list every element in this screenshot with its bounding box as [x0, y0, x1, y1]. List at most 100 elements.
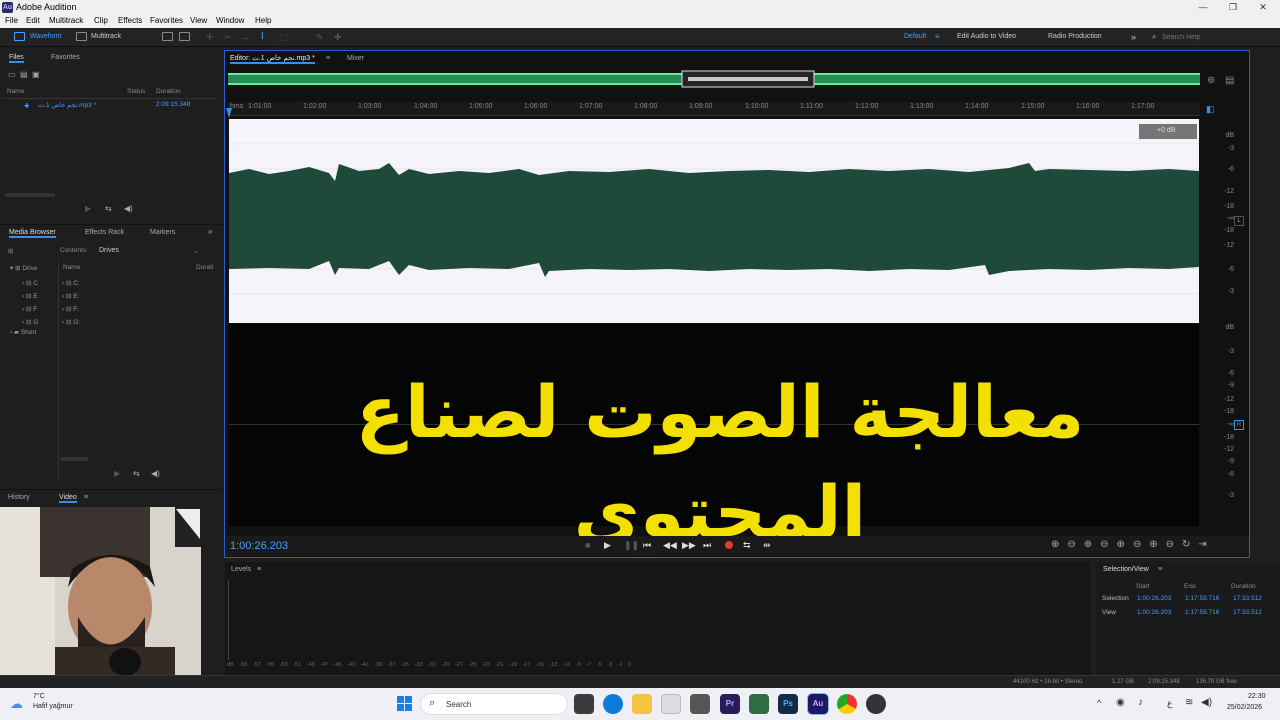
volume-icon[interactable]: ◀)	[1201, 697, 1212, 708]
spot-healing-tool-icon[interactable]: ✚	[334, 32, 342, 43]
skip-back-icon[interactable]: ⏮	[643, 540, 651, 551]
time-ruler[interactable]: hms 1:01:00 1:02:00 1:03:00 1:04:00 1:05…	[228, 102, 1200, 116]
menu-clip[interactable]: Clip	[94, 16, 108, 25]
tab-media-browser[interactable]: Media Browser	[9, 229, 56, 238]
app-icon-1[interactable]	[661, 694, 681, 714]
multitrack-view-button[interactable]: Multitrack	[91, 31, 121, 43]
media-col-name[interactable]: Name	[63, 264, 80, 271]
skip-forward-icon[interactable]: ⏭	[703, 540, 711, 551]
slip-tool-icon[interactable]: ↔	[241, 32, 250, 42]
file-explorer-icon[interactable]	[632, 694, 652, 714]
calculator-icon[interactable]	[749, 694, 769, 714]
tree-item-shortcuts[interactable]: › ▰ Short	[10, 328, 36, 336]
audition-taskbar-icon[interactable]: Au	[807, 693, 829, 715]
tab-history[interactable]: History	[8, 491, 30, 505]
weather-icon[interactable]: ☁	[10, 696, 23, 712]
minimize-button[interactable]: —	[1188, 0, 1218, 15]
tab-favorites[interactable]: Favorites	[51, 51, 80, 65]
overview-bar[interactable]	[228, 70, 1200, 88]
tab-files[interactable]: Files	[9, 54, 24, 63]
pause-icon[interactable]: ❚❚	[624, 540, 639, 551]
spectral-frequency-icon[interactable]	[162, 32, 173, 41]
premiere-icon[interactable]: Pr	[720, 694, 740, 714]
media-col-duration[interactable]: Durati	[196, 264, 213, 271]
menu-multitrack[interactable]: Multitrack	[49, 16, 83, 25]
channel-right-toggle[interactable]: R	[1234, 420, 1244, 430]
time-selection-tool-icon[interactable]: I	[261, 31, 264, 42]
razor-tool-icon[interactable]: ✂	[224, 32, 232, 43]
media-play-icon[interactable]: ▶	[114, 469, 120, 478]
zoom-lock-icon[interactable]: ⊕	[1207, 75, 1215, 86]
media-loop-icon[interactable]: ⇆	[133, 469, 140, 478]
mic-icon[interactable]: ♪	[1138, 697, 1143, 708]
files-col-duration[interactable]: Duration	[156, 88, 181, 95]
selection-end[interactable]: 1:17:59.716	[1185, 595, 1219, 602]
open-file-icon[interactable]: ▭	[8, 70, 16, 79]
menu-file[interactable]: File	[5, 16, 18, 25]
taskbar-search-box[interactable]: ⌕ Search	[420, 693, 568, 715]
tree-item-drives[interactable]: ▾ ⊞ Drive	[10, 264, 38, 272]
menu-window[interactable]: Window	[216, 16, 244, 25]
rewind-icon[interactable]: ◀◀	[663, 540, 677, 551]
skip-selection-icon[interactable]: ⇹	[763, 540, 771, 551]
record-button-icon[interactable]	[725, 541, 733, 549]
tree-drive-list[interactable]: › ⊟ C › ⊟ E › ⊟ F › ⊟ G	[22, 277, 38, 329]
lasso-tool-icon[interactable]: ◌	[298, 32, 303, 42]
workspace-default[interactable]: Default	[904, 31, 926, 43]
clock-date[interactable]: 25/02/2026	[1227, 704, 1262, 711]
workspace-menu-icon[interactable]: ≡	[935, 32, 940, 41]
tab-markers[interactable]: Markers	[150, 226, 175, 240]
chevron-down-icon[interactable]: ⌄	[193, 247, 198, 255]
selection-duration[interactable]: 17:33.512	[1233, 595, 1262, 602]
selection-start[interactable]: 1:00:26.203	[1137, 595, 1171, 602]
wifi-icon[interactable]: ≋	[1185, 697, 1193, 708]
channel-left-toggle[interactable]: L	[1234, 216, 1244, 226]
play-button-icon[interactable]: ▶	[604, 540, 611, 551]
clock-time[interactable]: 22:30	[1248, 693, 1266, 700]
move-tool-icon[interactable]: ✛	[206, 32, 214, 43]
loop-playback-icon[interactable]: ⇆	[743, 540, 751, 551]
files-col-name[interactable]: Name	[7, 88, 24, 95]
view-start[interactable]: 1:00:26.203	[1137, 609, 1171, 616]
hud-gain[interactable]: +0 dB	[1157, 127, 1176, 134]
menu-view[interactable]: View	[190, 16, 207, 25]
contents-dropdown[interactable]: Drives	[99, 247, 119, 254]
editor-menu-icon[interactable]: ≡	[326, 52, 330, 66]
pane-divider[interactable]	[58, 261, 59, 481]
media-autoplay-icon[interactable]: ◀)	[151, 469, 160, 478]
tab-video[interactable]: Video	[59, 494, 77, 503]
edge-icon[interactable]	[603, 694, 623, 714]
selection-view-menu-icon[interactable]: ≡	[1158, 563, 1162, 577]
panel-menu-icon[interactable]: ≡	[84, 491, 88, 505]
current-time[interactable]: 1:00:26.203	[230, 540, 288, 552]
media-drive-list[interactable]: › ⊟ C: › ⊟ E: › ⊟ F: › ⊟ G:	[62, 277, 80, 329]
workspace-radio-production[interactable]: Radio Production	[1048, 31, 1102, 43]
taskview-icon[interactable]	[574, 694, 594, 714]
media-scrollbar[interactable]	[60, 457, 88, 461]
app-icon-2[interactable]	[866, 694, 886, 714]
restore-button[interactable]: ❐	[1218, 0, 1248, 15]
fast-forward-icon[interactable]: ▶▶	[682, 540, 696, 551]
weather-temp[interactable]: 7°C	[33, 693, 45, 700]
zoom-vertical-icon[interactable]: ◧	[1206, 104, 1215, 115]
panel-options-icon[interactable]: ▤	[1225, 75, 1234, 86]
menu-edit[interactable]: Edit	[26, 16, 40, 25]
menu-effects[interactable]: Effects	[118, 16, 142, 25]
chrome-icon[interactable]	[837, 694, 857, 714]
stop-icon[interactable]: ■	[585, 540, 590, 550]
spectral-pitch-icon[interactable]	[179, 32, 190, 41]
menu-help[interactable]: Help	[255, 16, 271, 25]
loop-icon[interactable]: ⇆	[105, 204, 112, 213]
menu-favorites[interactable]: Favorites	[150, 16, 183, 25]
clapper-icon[interactable]	[690, 694, 710, 714]
zoom-controls[interactable]: ⊕⊖⊕⊖⊕⊖⊕⊖↻⇥	[1051, 539, 1215, 550]
file-name[interactable]: نجم خاص 1.ت.mp3 *	[38, 101, 96, 109]
tab-effects-rack[interactable]: Effects Rack	[85, 226, 124, 240]
tab-editor[interactable]: Editor: نجم خاص 1.ت.mp3 *	[230, 55, 315, 64]
search-help-input[interactable]	[1162, 31, 1272, 43]
drive-network-icon[interactable]: ⊞	[8, 247, 13, 255]
weather-desc[interactable]: Hafif yağmur	[33, 703, 73, 710]
photoshop-icon[interactable]: Ps	[778, 694, 798, 714]
network-icon[interactable]: ◉	[1116, 697, 1125, 708]
language-indicator[interactable]: ع	[1167, 698, 1172, 709]
